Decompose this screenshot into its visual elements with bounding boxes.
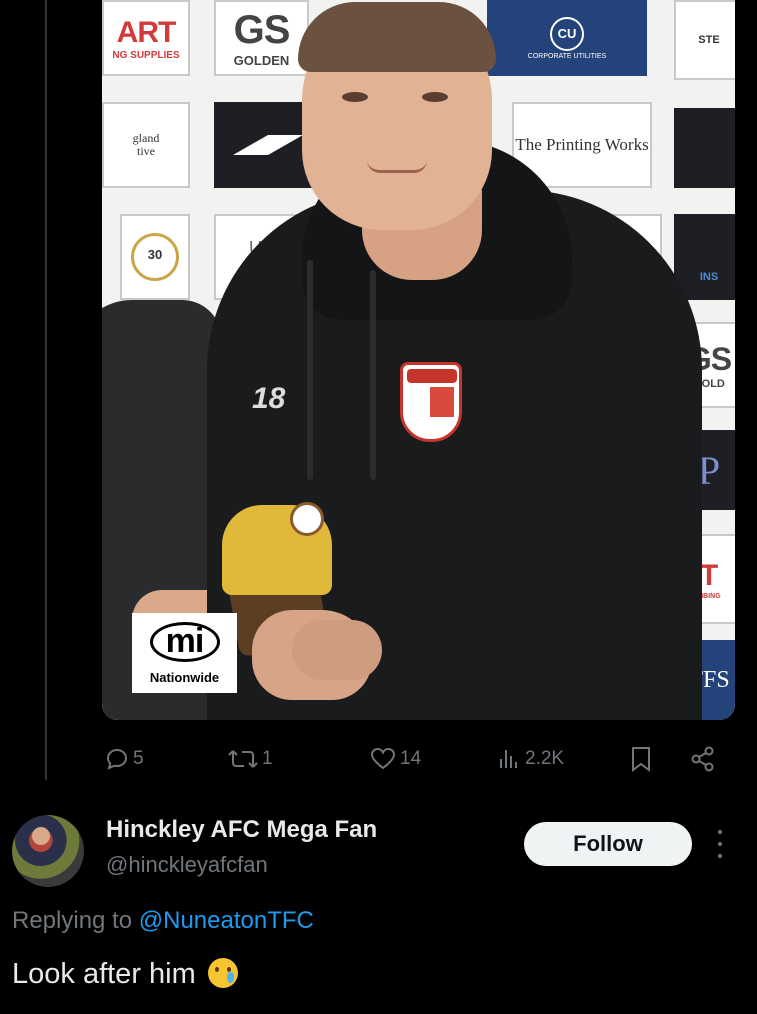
views-button[interactable]: 2.2K <box>497 742 564 776</box>
repost-count: 1 <box>262 748 273 769</box>
smiling-face-with-tear-icon <box>207 958 238 988</box>
sponsor-board <box>674 108 735 188</box>
like-button[interactable]: 14 <box>370 742 421 776</box>
user-handle[interactable]: @hinckleyafcfan <box>106 852 268 878</box>
trophy-ball <box>290 502 324 536</box>
avatar[interactable] <box>12 815 84 887</box>
replying-prefix: Replying to <box>12 907 133 934</box>
mi-logo-mark: mi <box>149 621 220 662</box>
drawcord <box>307 260 313 480</box>
reply-icon <box>106 748 128 770</box>
view-count: 2.2K <box>525 748 565 769</box>
club-crest <box>400 362 462 442</box>
more-options-icon[interactable] <box>708 830 732 858</box>
sponsor-board: STE <box>674 0 735 80</box>
sponsor-board: GS GOLDEN <box>214 0 309 76</box>
hand <box>292 620 382 680</box>
replying-to-mention[interactable]: @NuneatonTFC <box>139 907 314 934</box>
follow-button[interactable]: Follow <box>524 822 692 866</box>
sponsor-board: CU CORPORATE UTILITIES <box>487 0 647 76</box>
eye <box>422 92 448 102</box>
tweet-photo[interactable]: ART NG SUPPLIES GS GOLDEN CU CORPORATE U… <box>102 0 735 720</box>
sponsor-board: 30 <box>120 214 190 300</box>
bookmark-button[interactable] <box>630 742 652 776</box>
sponsor-board: INS <box>674 214 735 300</box>
reply-button[interactable]: 5 <box>105 742 144 776</box>
shirt-number: 18 <box>252 382 286 415</box>
smile <box>367 160 427 173</box>
drawcord <box>370 270 376 480</box>
repost-button[interactable]: 1 <box>228 742 273 776</box>
bookmark-icon <box>632 747 650 772</box>
share-button[interactable] <box>690 742 716 776</box>
sponsor-logo <box>233 135 303 155</box>
tweet-action-bar: 5 1 14 2.2K <box>105 742 725 776</box>
repost-icon <box>228 750 258 768</box>
eye <box>342 92 368 102</box>
like-count: 14 <box>400 748 422 769</box>
thread-connector-line <box>45 0 47 780</box>
tweet-text-body: Look after him <box>12 958 196 990</box>
replying-to-line: Replying to @NuneatonTFC <box>12 907 314 935</box>
views-icon <box>500 750 517 768</box>
display-name[interactable]: Hinckley AFC Mega Fan <box>106 816 377 844</box>
mi-logo-caption: Nationwide <box>149 669 220 685</box>
hair <box>298 2 496 72</box>
heart-icon <box>370 747 396 770</box>
tweet-text: Look after him <box>12 958 238 991</box>
sponsor-board: ART NG SUPPLIES <box>102 0 190 76</box>
sponsor-board: gland tive <box>102 102 190 188</box>
mi-nationwide-logo: mi Nationwide <box>132 613 237 693</box>
reply-count: 5 <box>133 748 144 769</box>
share-icon <box>691 746 714 772</box>
